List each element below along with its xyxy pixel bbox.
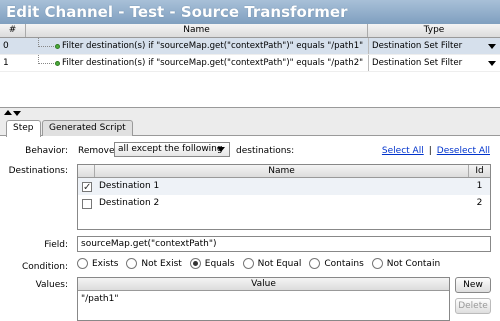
value-row[interactable]: "/path1" — [78, 291, 449, 308]
radio-contains[interactable]: Contains — [309, 258, 364, 269]
radio-button[interactable] — [309, 258, 321, 269]
destinations-table-header: Name Id — [78, 165, 490, 178]
field-label: Field: — [44, 240, 68, 250]
field-input[interactable]: sourceMap.get("contextPath") — [77, 236, 491, 252]
select-all-link[interactable]: Select All — [382, 146, 424, 156]
rule-name: Filter destination(s) if "sourceMap.get(… — [62, 41, 364, 51]
step-panel: Behavior: Remove all except the followin… — [0, 136, 500, 321]
radio-label: Not Equal — [257, 258, 302, 269]
destinations-text: destinations: — [236, 146, 295, 156]
radio-not-equal[interactable]: Not Equal — [242, 258, 302, 269]
remove-text: Remove — [78, 146, 115, 156]
collapse-up-icon[interactable] — [4, 110, 12, 115]
radio-not-contain[interactable]: Not Contain — [371, 258, 441, 269]
selection-links: Select All | Deselect All — [382, 146, 490, 156]
rule-name-cell[interactable]: Filter destination(s) if "sourceMap.get(… — [26, 38, 368, 54]
values-table: Value "/path1" — [77, 277, 450, 321]
link-separator: | — [428, 146, 432, 156]
tree-connector — [38, 38, 54, 47]
rule-row[interactable]: 1 Filter destination(s) if "sourceMap.ge… — [0, 55, 500, 72]
rule-type-select[interactable]: Destination Set Filter — [368, 38, 500, 54]
destinations-label: Destinations: — [8, 166, 68, 176]
radio-label: Exists — [92, 258, 119, 269]
destination-check-cell[interactable] — [78, 195, 95, 212]
col-header-check[interactable] — [78, 165, 95, 177]
values-label: Values: — [35, 280, 68, 290]
rules-table: # Name Type 0 Filter destination(s) if "… — [0, 24, 500, 108]
tree-connector — [38, 55, 54, 64]
rule-name-cell[interactable]: Filter destination(s) if "sourceMap.get(… — [26, 55, 368, 71]
destination-row[interactable]: Destination 1 1 — [78, 178, 490, 196]
radio-label: Not Exist — [141, 258, 182, 269]
tab-step[interactable]: Step — [6, 120, 41, 137]
rule-num: 0 — [3, 41, 9, 51]
rule-num: 1 — [3, 58, 9, 68]
rule-status-icon — [55, 61, 60, 66]
tab-generated-script[interactable]: Generated Script — [42, 120, 133, 136]
radio-button[interactable] — [189, 258, 201, 269]
radio-button[interactable] — [242, 258, 254, 269]
radio-equals[interactable]: Equals — [189, 258, 235, 269]
condition-label: Condition: — [22, 262, 68, 272]
radio-label: Equals — [204, 258, 235, 269]
destination-checkbox[interactable] — [82, 199, 92, 209]
rule-name: Filter destination(s) if "sourceMap.get(… — [62, 58, 364, 68]
collapse-down-icon[interactable] — [13, 111, 21, 116]
radio-exists[interactable]: Exists — [77, 258, 118, 269]
radio-button[interactable] — [77, 258, 88, 269]
tab-bar: Step Generated Script — [0, 118, 500, 137]
radio-button[interactable] — [371, 258, 383, 269]
destinations-table: Name Id Destination 1 1 Destination 2 2 — [77, 164, 491, 230]
delete-value-button[interactable]: Delete — [455, 298, 491, 314]
rule-status-icon — [55, 44, 60, 49]
col-header-name[interactable]: Name — [26, 24, 368, 37]
chevron-down-icon[interactable] — [217, 147, 225, 152]
behavior-select-value: all except the following — [118, 144, 223, 154]
rule-row[interactable]: 0 Filter destination(s) if "sourceMap.ge… — [0, 38, 500, 55]
col-header-type[interactable]: Type — [368, 24, 500, 37]
deselect-all-link[interactable]: Deselect All — [437, 146, 490, 156]
destination-name: Destination 1 — [99, 181, 160, 191]
chevron-down-icon[interactable] — [488, 44, 496, 49]
destination-checkbox[interactable] — [82, 179, 92, 196]
destination-check-cell[interactable] — [78, 178, 95, 196]
col-header-num[interactable]: # — [0, 24, 26, 37]
radio-button[interactable] — [126, 258, 138, 269]
col-header-name[interactable]: Name — [95, 165, 469, 177]
condition-radio-group: Exists Not Exist Equals Not Equal Contai… — [77, 258, 448, 269]
radio-not-exist[interactable]: Not Exist — [126, 258, 182, 269]
destination-row[interactable]: Destination 2 2 — [78, 195, 490, 212]
rule-type-select[interactable]: Destination Set Filter — [368, 55, 500, 71]
radio-label: Contains — [324, 258, 364, 269]
behavior-select[interactable]: all except the following — [114, 142, 230, 157]
destination-id: 1 — [476, 181, 483, 191]
window-title: Edit Channel - Test - Source Transformer — [0, 0, 500, 24]
col-header-value[interactable]: Value — [78, 278, 449, 291]
col-header-id[interactable]: Id — [469, 165, 490, 177]
destination-name: Destination 2 — [99, 198, 160, 208]
chevron-down-icon[interactable] — [488, 61, 496, 66]
split-pane-divider[interactable] — [0, 108, 500, 118]
new-value-button[interactable]: New — [455, 277, 491, 293]
rules-table-header: # Name Type — [0, 24, 500, 38]
radio-label: Not Contain — [386, 258, 441, 269]
destination-id: 2 — [476, 198, 483, 208]
behavior-label: Behavior: — [25, 146, 68, 156]
rule-type: Destination Set Filter — [372, 58, 463, 68]
rule-type: Destination Set Filter — [372, 41, 463, 51]
